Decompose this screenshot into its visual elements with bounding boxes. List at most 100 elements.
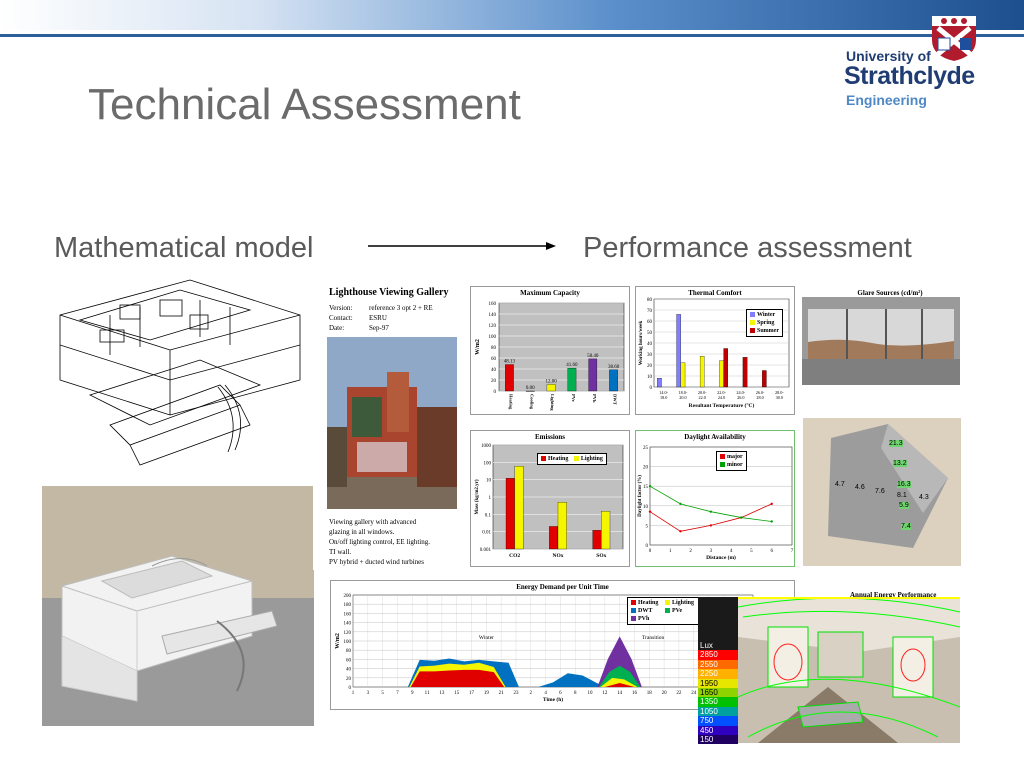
maximum-capacity-plot: 0 20 40 60 80 100 120 140 160 48.13 Heating 0.00 Coo… xyxy=(475,302,625,411)
meta-key: Contact: xyxy=(329,314,353,322)
gallery-info-panel: Lighthouse Viewing Gallery Version: refer… xyxy=(313,275,463,570)
bar xyxy=(592,530,602,550)
y-tick-label: 100 xyxy=(489,335,497,340)
lux-level: 2850 xyxy=(698,650,738,660)
note-line: TI wall. xyxy=(329,548,352,556)
data-point xyxy=(740,516,743,519)
left-heading: Mathematical model xyxy=(54,232,314,264)
glare-title: Glare Sources (cd/m²) xyxy=(857,289,923,297)
x-tick-label: 4 xyxy=(730,549,733,554)
x-tick-label: Cooling xyxy=(529,394,534,410)
luminance-value: 4.6 xyxy=(855,484,865,491)
x-tick-label: 24.0 xyxy=(718,395,725,400)
annotation: Transition xyxy=(642,635,665,641)
luminance-value: 21.3 xyxy=(889,440,903,447)
y-tick-label: 200 xyxy=(344,594,352,599)
rendered-model-image xyxy=(42,486,314,726)
x-tick-label: 22.0 xyxy=(699,395,706,400)
y-tick-label: 140 xyxy=(344,622,352,627)
x-tick-label: 1 xyxy=(352,691,355,696)
lux-level: 1950 xyxy=(698,678,738,689)
bar xyxy=(525,390,535,392)
glare-render-image xyxy=(802,297,960,385)
logo-line-3: Engineering xyxy=(846,92,927,108)
university-logo: University of Strathclyde Engineering xyxy=(840,12,990,112)
y-tick-label: 180 xyxy=(344,603,352,608)
note-line: Viewing gallery with advanced xyxy=(329,518,417,526)
y-tick-label: 10 xyxy=(647,375,653,380)
y-tick-label: 20 xyxy=(647,364,653,369)
lux-level: 450 xyxy=(698,725,738,736)
y-axis-label: W/m2 xyxy=(335,633,341,649)
y-tick-label: 20 xyxy=(643,466,649,471)
meta-key: Version: xyxy=(329,304,353,312)
legend-entry: major xyxy=(720,453,743,461)
y-tick-label: 140 xyxy=(489,313,497,318)
bar xyxy=(588,358,598,392)
y-tick-label: 120 xyxy=(489,324,497,329)
legend-label: Lighting xyxy=(580,456,603,462)
lux-level: 1650 xyxy=(698,688,738,698)
daylight-availability-chart: Daylight Availability 0 5 10 15 20 25 0 1 2 3 4 5 6 7… xyxy=(635,430,795,567)
y-tick-label: 160 xyxy=(344,612,352,617)
x-tick-label: Lighting xyxy=(550,394,555,411)
y-tick-label: 120 xyxy=(344,631,352,636)
y-tick-label: 20 xyxy=(346,677,352,682)
luminance-value: 4.7 xyxy=(835,481,845,488)
data-point xyxy=(679,502,682,506)
x-tick-label: 9 xyxy=(411,691,414,696)
meta-value: ESRU xyxy=(369,314,387,322)
y-tick-label: 1000 xyxy=(481,444,492,449)
x-tick-label: Heating xyxy=(508,394,513,410)
y-tick-label: 40 xyxy=(346,668,352,673)
x-tick-label: 5 xyxy=(750,549,753,554)
legend-label: PVe xyxy=(672,608,683,614)
y-tick-label: 60 xyxy=(647,320,653,325)
bar xyxy=(680,362,686,388)
lux-level: 1050 xyxy=(698,706,738,717)
bar xyxy=(549,526,559,550)
x-tick-label: 12 xyxy=(602,691,608,696)
x-tick-label: 6 xyxy=(559,691,562,696)
x-tick-label: 30.0 xyxy=(776,395,783,400)
y-tick-label: 10 xyxy=(643,505,649,510)
wireframe-model-image xyxy=(59,279,301,466)
thermal-comfort-chart: Thermal Comfort 0 10 20 30 40 50 60 70 80 14.0- 18… xyxy=(635,286,795,415)
x-tick-label: 15 xyxy=(454,691,460,696)
note-line: On/off lighting control, EE lighting. xyxy=(329,538,430,546)
gallery-heading: Lighthouse Viewing Gallery xyxy=(329,287,449,298)
lux-level: 750 xyxy=(698,716,738,726)
area-band xyxy=(410,669,505,687)
bar xyxy=(609,369,618,392)
lux-level: 2550 xyxy=(698,659,738,670)
y-tick-label: 80 xyxy=(647,298,653,303)
bar xyxy=(514,466,524,550)
lux-level: 150 xyxy=(698,735,738,745)
legend-label: PVh xyxy=(638,616,650,622)
x-tick-label: 10 xyxy=(588,691,594,696)
y-tick-label: 15 xyxy=(643,485,649,490)
data-point xyxy=(679,530,682,533)
y-axis-label: Working hours/week xyxy=(639,320,644,365)
legend-entry: PVe xyxy=(665,607,699,615)
note-line: glazing in all windows. xyxy=(329,528,395,536)
x-tick-label: 3 xyxy=(710,549,713,554)
legend-entry: Heating xyxy=(541,456,568,462)
y-tick-label: 0.1 xyxy=(485,513,492,518)
meta-row: Date: Sep-97 xyxy=(329,323,433,333)
x-tick-label: 6 xyxy=(770,549,773,554)
bar xyxy=(601,511,611,550)
meta-value: Sep-97 xyxy=(369,324,389,332)
data-label: 0.00 xyxy=(526,386,535,391)
bar xyxy=(505,478,515,550)
luminance-value: 16.3 xyxy=(897,481,911,488)
x-tick-label: 21 xyxy=(499,691,505,696)
x-tick-label: 17 xyxy=(469,691,475,696)
luminance-value: 7.4 xyxy=(901,523,911,530)
maximum-capacity-chart: Maximum Capacity 0 20 40 60 80 100 120 140 160 48… xyxy=(470,286,630,415)
right-arrow-icon xyxy=(368,242,556,250)
x-tick-label: PVe xyxy=(571,394,576,402)
legend-entry: Spring xyxy=(750,319,779,327)
x-tick-label: 16 xyxy=(632,691,638,696)
x-tick-label: PVh xyxy=(592,394,597,403)
